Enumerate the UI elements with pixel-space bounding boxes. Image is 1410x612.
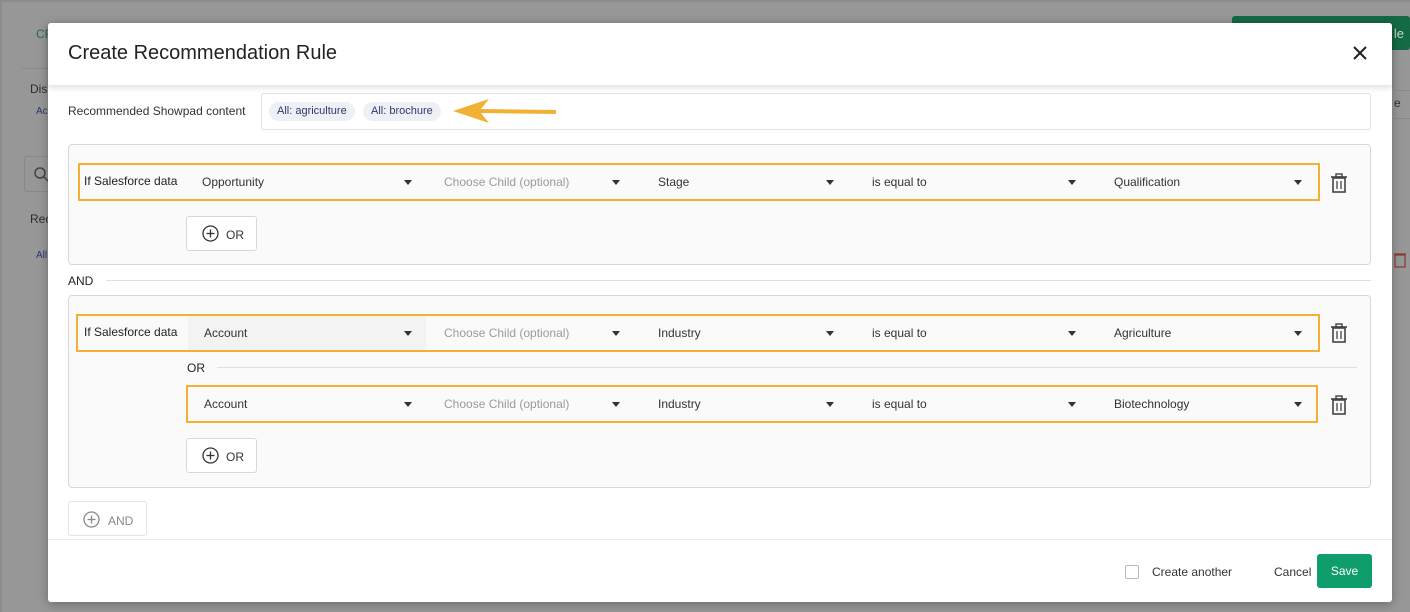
bg-label-ac: Ac [36,106,48,117]
value-select-value: Qualification [1114,175,1181,189]
value-select[interactable]: Biotechnology [1098,387,1314,421]
field-select-value: Industry [658,326,701,340]
child-select[interactable]: Choose Child (optional) [428,387,640,421]
value-select-value: Biotechnology [1114,397,1190,411]
operator-select-value: is equal to [872,397,927,411]
create-rule-modal: Create Recommendation Rule Recommended S… [48,23,1392,602]
operator-select[interactable]: is equal to [856,387,1092,421]
add-and-button[interactable]: AND [68,501,147,536]
add-or-button[interactable]: OR [186,438,257,473]
content-tags-field[interactable]: All: agriculture All: brochure [261,93,1371,130]
and-separator-line [106,280,1371,281]
close-icon[interactable] [1348,41,1372,65]
object-select[interactable]: Opportunity [186,165,424,199]
caret-down-icon [404,402,412,407]
trash-icon[interactable] [1330,173,1348,193]
operator-select-value: is equal to [872,326,927,340]
object-select[interactable]: Account [188,316,426,350]
object-select[interactable]: Account [188,387,426,421]
create-another-label[interactable]: Create another [1152,565,1232,579]
operator-select-value: is equal to [872,175,927,189]
object-select-value: Account [204,326,248,340]
and-separator-label: AND [68,274,94,288]
cancel-button[interactable]: Cancel [1274,565,1311,579]
condition-row: If Salesforce data Opportunity Choose Ch… [78,163,1320,201]
child-select[interactable]: Choose Child (optional) [428,316,640,350]
if-salesforce-label: If Salesforce data [84,325,178,339]
caret-down-icon [1068,180,1076,185]
modal-title: Create Recommendation Rule [68,42,338,64]
bg-divider-right-2 [1394,118,1410,119]
bg-label-all: All [36,250,48,261]
content-tag[interactable]: All: brochure [363,102,441,121]
operator-select[interactable]: is equal to [856,316,1092,350]
child-select-placeholder: Choose Child (optional) [444,326,570,340]
bg-label-dis: Dis [30,82,48,96]
caret-down-icon [826,331,834,336]
field-select[interactable]: Industry [642,316,848,350]
caret-down-icon [404,180,412,185]
value-select[interactable]: Agriculture [1098,316,1314,350]
or-separator-label: OR [187,361,205,375]
condition-row: If Salesforce data Account Choose Child … [76,314,1320,352]
operator-select[interactable]: is equal to [856,165,1092,199]
footer-divider [48,539,1392,540]
content-label: Recommended Showpad content [68,104,246,118]
child-select-placeholder: Choose Child (optional) [444,397,570,411]
child-select[interactable]: Choose Child (optional) [428,165,640,199]
bg-divider-right [1394,90,1410,91]
caret-down-icon [612,402,620,407]
child-select-placeholder: Choose Child (optional) [444,175,570,189]
plus-circle-icon [83,511,100,528]
field-select-value: Industry [658,397,701,411]
add-or-label: OR [226,450,244,464]
plus-circle-icon [202,225,219,242]
caret-down-icon [1294,331,1302,336]
caret-down-icon [404,331,412,336]
condition-group-1: If Salesforce data Opportunity Choose Ch… [68,144,1371,265]
caret-down-icon [1294,180,1302,185]
annotation-arrow-icon [453,99,556,123]
value-select[interactable]: Qualification [1098,165,1314,199]
caret-down-icon [612,180,620,185]
bg-create-button-label: le [1393,26,1404,41]
save-button[interactable]: Save [1317,554,1372,588]
bg-right-fragment: e [1394,96,1401,110]
field-select-value: Stage [658,175,690,189]
field-select[interactable]: Industry [642,387,848,421]
if-salesforce-label: If Salesforce data [84,174,178,188]
or-separator-line [217,367,1357,368]
caret-down-icon [826,180,834,185]
add-and-label: AND [108,514,134,528]
object-select-value: Account [204,397,248,411]
content-tag[interactable]: All: agriculture [269,102,355,121]
condition-row: Account Choose Child (optional) Industry… [186,385,1318,423]
plus-circle-icon [202,447,219,464]
caret-down-icon [1068,331,1076,336]
trash-icon[interactable] [1330,395,1348,415]
modal-header: Create Recommendation Rule [48,23,1392,85]
condition-group-2: If Salesforce data Account Choose Child … [68,295,1371,488]
caret-down-icon [1068,402,1076,407]
add-or-button[interactable]: OR [186,216,257,251]
caret-down-icon [1294,402,1302,407]
add-or-label: OR [226,228,244,242]
value-select-value: Agriculture [1114,326,1172,340]
close-button[interactable] [1348,41,1372,65]
bg-trash-icon [1394,252,1406,271]
caret-down-icon [826,402,834,407]
object-select-value: Opportunity [202,175,265,189]
trash-icon[interactable] [1330,323,1348,343]
create-another-checkbox[interactable] [1125,565,1139,579]
caret-down-icon [612,331,620,336]
field-select[interactable]: Stage [642,165,848,199]
